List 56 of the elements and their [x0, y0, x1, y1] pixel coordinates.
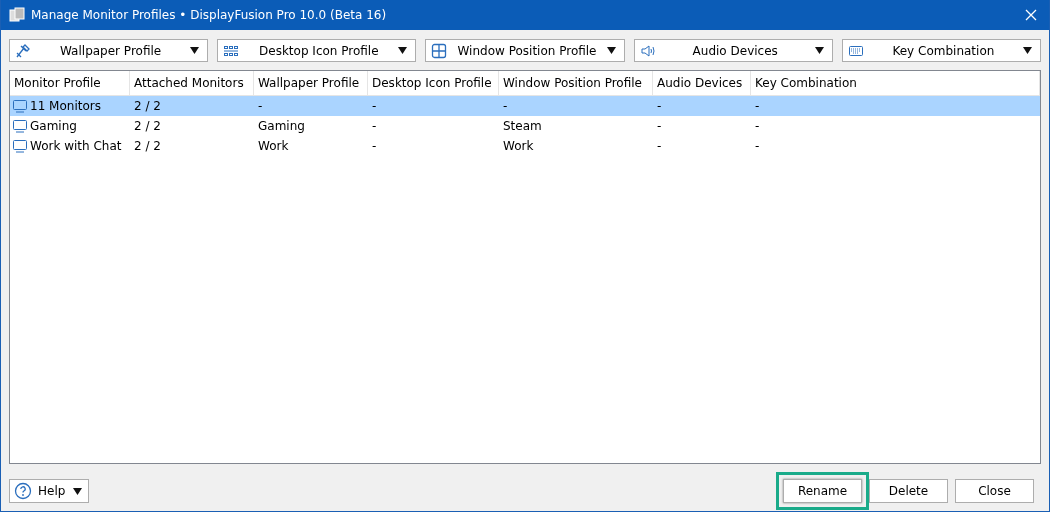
- profile-dropdown[interactable]: Desktop Icon Profile: [217, 39, 417, 62]
- table-cell: Work with Chat: [30, 139, 122, 153]
- action-button[interactable]: Delete: [869, 479, 948, 503]
- profile-row[interactable]: Work with Chat 2 / 2 Work - Work - -: [10, 136, 1040, 156]
- table-cell: Work: [258, 139, 289, 153]
- action-button[interactable]: Rename: [783, 479, 862, 503]
- profile-dropdown[interactable]: Window Position Profile: [425, 39, 625, 62]
- table-cell: -: [657, 119, 662, 133]
- close-icon[interactable]: [1025, 9, 1037, 21]
- column-header[interactable]: Wallpaper Profile: [254, 71, 368, 95]
- caret-icon: [398, 47, 408, 54]
- caret-icon: [190, 47, 200, 54]
- table-cell: -: [372, 139, 377, 153]
- monitor-icon: [12, 119, 28, 133]
- column-header[interactable]: Monitor Profile: [10, 71, 130, 95]
- table-cell: -: [258, 99, 263, 113]
- help-button[interactable]: Help: [9, 479, 89, 503]
- table-cell: 2 / 2: [134, 139, 161, 153]
- profile-dropdown[interactable]: Wallpaper Profile: [9, 39, 209, 62]
- table-cell: 2 / 2: [134, 119, 161, 133]
- window-title: Manage Monitor Profiles • DisplayFusion Pro 10.0 (Beta 16): [31, 8, 387, 22]
- caret-icon: [1023, 47, 1032, 54]
- table-cell: Gaming: [258, 119, 305, 133]
- help-icon: [14, 482, 32, 500]
- brush-icon: [15, 42, 31, 59]
- column-header[interactable]: Key Combination: [751, 71, 1040, 95]
- table-cell: -: [657, 99, 662, 113]
- table-cell: -: [755, 139, 760, 153]
- table-cell: -: [372, 99, 377, 113]
- table-cell: -: [755, 99, 760, 113]
- table-cell: -: [503, 99, 508, 113]
- profile-dropdown[interactable]: Audio Devices: [633, 39, 833, 62]
- caret-icon: [73, 487, 82, 495]
- monitor-icon: [12, 99, 28, 113]
- speaker-icon: [639, 42, 656, 59]
- app-icon: [9, 7, 25, 23]
- action-button[interactable]: Close: [955, 479, 1034, 503]
- table-cell: 11 Monitors: [30, 99, 101, 113]
- profile-dropdown[interactable]: Key Combination: [841, 39, 1041, 62]
- column-header[interactable]: Window Position Profile: [499, 71, 653, 95]
- column-header[interactable]: Desktop Icon Profile: [368, 71, 499, 95]
- table-cell: Gaming: [30, 119, 77, 133]
- caret-icon: [606, 47, 616, 54]
- caret-icon: [814, 47, 824, 54]
- table-cell: Steam: [503, 119, 542, 133]
- column-header[interactable]: Attached Monitors: [130, 71, 254, 95]
- monitor-icon: [12, 139, 28, 153]
- table-cell: -: [372, 119, 377, 133]
- table-cell: -: [657, 139, 662, 153]
- window-grid-icon: [431, 42, 448, 59]
- table-cell: Work: [503, 139, 534, 153]
- profile-row[interactable]: 11 Monitors 2 / 2 - - - - -: [10, 96, 1040, 116]
- table-cell: -: [755, 119, 760, 133]
- profile-row[interactable]: Gaming 2 / 2 Gaming - Steam - -: [10, 116, 1040, 136]
- table-cell: 2 / 2: [134, 99, 161, 113]
- column-header[interactable]: Audio Devices: [653, 71, 751, 95]
